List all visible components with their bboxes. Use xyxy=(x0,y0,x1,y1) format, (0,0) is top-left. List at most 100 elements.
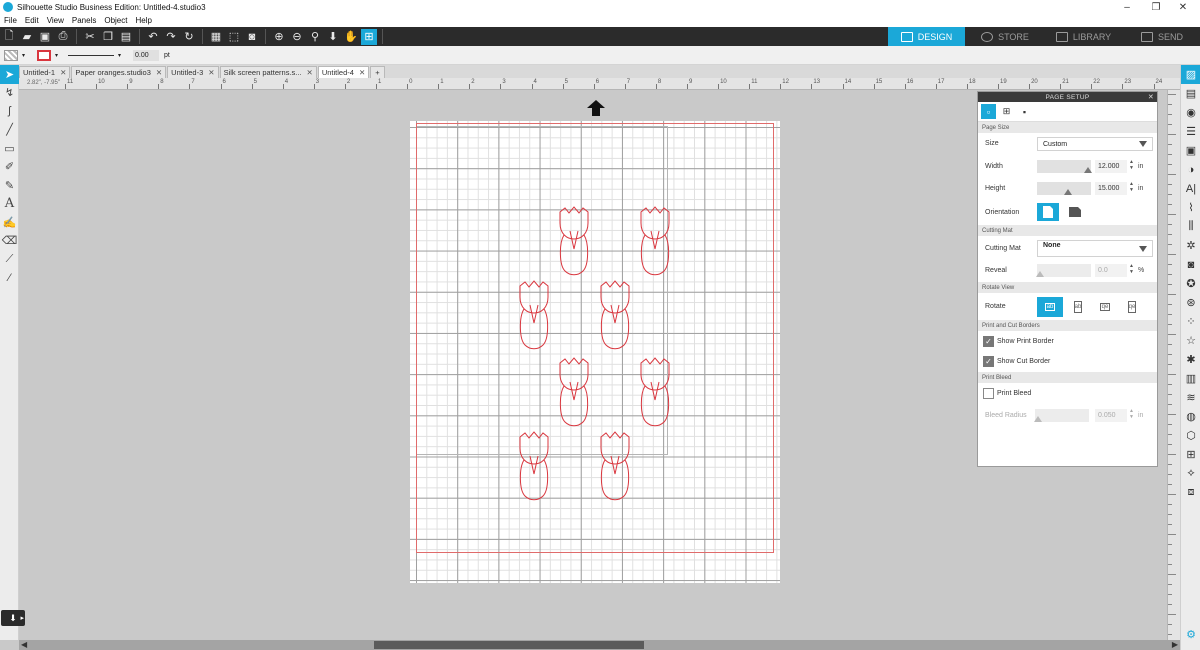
background-tab-icon[interactable]: ▪ xyxy=(1017,104,1032,119)
eraser-tool-icon[interactable]: ⌫ xyxy=(0,232,19,251)
page-setup-icon[interactable]: ▨ xyxy=(1181,65,1200,84)
shadow-icon[interactable]: ◑ xyxy=(1181,160,1200,179)
emboss-icon[interactable]: ◍ xyxy=(1181,407,1200,426)
trace-icon[interactable]: ⊛ xyxy=(1181,293,1200,312)
align-icon[interactable]: ⫼ xyxy=(1181,217,1200,236)
offset-icon[interactable]: ✪ xyxy=(1181,274,1200,293)
menu-view[interactable]: View xyxy=(47,16,64,25)
page-tab-icon[interactable]: ▫ xyxy=(981,104,996,119)
close-tab-icon[interactable]: ✕ xyxy=(156,68,162,77)
line-color-dropdown-icon[interactable]: ▾ xyxy=(55,50,58,61)
star-icon[interactable]: ☆ xyxy=(1181,331,1200,350)
edit-points-icon[interactable]: ↯ xyxy=(0,84,19,103)
bleed-radius-slider[interactable] xyxy=(1034,409,1089,422)
cutting-mat-select[interactable]: None xyxy=(1037,240,1153,257)
height-slider[interactable] xyxy=(1037,182,1091,195)
menu-object[interactable]: Object xyxy=(104,16,127,25)
text-style-icon[interactable]: A| xyxy=(1181,179,1200,198)
width-input[interactable]: 12.000 xyxy=(1095,160,1127,173)
tab-store[interactable]: STORE xyxy=(968,27,1042,46)
send-to-icon[interactable]: ▤ xyxy=(1181,84,1200,103)
menu-edit[interactable]: Edit xyxy=(25,16,39,25)
tulip-shape[interactable] xyxy=(600,431,630,501)
rotate-icon[interactable]: ↻ xyxy=(181,29,197,45)
tulip-shape[interactable] xyxy=(640,357,670,427)
save-icon[interactable]: ▣ xyxy=(37,29,53,45)
select-all-icon[interactable]: ◙ xyxy=(244,29,260,45)
close-tab-icon[interactable]: ✕ xyxy=(208,68,214,77)
doc-tab[interactable]: Untitled-1 ✕ xyxy=(19,66,71,78)
close-tab-icon[interactable]: ✕ xyxy=(359,68,365,77)
menu-file[interactable]: File xyxy=(4,16,17,25)
slider-knob[interactable] xyxy=(1084,167,1092,173)
settings-gear-icon[interactable]: ⚙ xyxy=(1181,625,1200,644)
menu-panels[interactable]: Panels xyxy=(72,16,96,25)
menu-help[interactable]: Help xyxy=(135,16,151,25)
tulip-shape[interactable] xyxy=(559,357,589,427)
add-tab-button[interactable]: + xyxy=(370,66,385,78)
undo-icon[interactable]: ↶ xyxy=(145,29,161,45)
reveal-input[interactable]: 0.0 xyxy=(1095,264,1127,277)
layers-icon[interactable]: ▥ xyxy=(1181,369,1200,388)
slider-knob[interactable] xyxy=(1064,189,1072,195)
print-bleed-checkbox[interactable] xyxy=(983,388,994,399)
reveal-stepper-icon[interactable]: ▲ ▼ xyxy=(1129,263,1135,275)
close-button[interactable]: ✕ xyxy=(1166,0,1200,14)
brush-tool-icon[interactable]: ✍ xyxy=(0,213,19,232)
hatch-icon[interactable]: ≋ xyxy=(1181,388,1200,407)
height-stepper-icon[interactable]: ▲ ▼ xyxy=(1129,181,1135,193)
doc-tab-active[interactable]: Untitled-4 ✕ xyxy=(317,66,370,78)
select-arrow-icon[interactable]: ➤ xyxy=(0,65,19,84)
horizontal-scrollbar[interactable]: ◀ ▶ xyxy=(19,640,1180,650)
sketch-icon[interactable]: ⌇ xyxy=(1181,198,1200,217)
line-style-selector[interactable] xyxy=(68,50,114,56)
rectangle-tool-icon[interactable]: ▭ xyxy=(0,139,19,158)
tulip-shape[interactable] xyxy=(600,280,630,350)
paste-icon[interactable]: ▤ xyxy=(118,29,134,45)
slider-knob[interactable] xyxy=(1034,416,1042,422)
zoom-in-icon[interactable]: ⊕ xyxy=(271,29,287,45)
bezier-icon[interactable]: ʃ xyxy=(0,102,19,121)
size-select[interactable]: Custom xyxy=(1037,137,1153,151)
fit-to-page-icon[interactable]: ⊞ xyxy=(361,28,377,45)
cut-icon[interactable]: ✂ xyxy=(82,29,98,45)
copy-icon[interactable]: ❐ xyxy=(100,29,116,45)
move-down-icon[interactable]: ⬇ xyxy=(325,29,341,45)
text-tool-icon[interactable]: A xyxy=(0,195,19,214)
slider-knob[interactable] xyxy=(1036,271,1044,277)
bleed-radius-input[interactable]: 0.050 xyxy=(1095,409,1127,422)
tab-library[interactable]: LIBRARY xyxy=(1045,27,1122,46)
rotate-90-button[interactable]: ab xyxy=(1068,297,1088,317)
knife-tool-icon[interactable]: ⟋ xyxy=(0,250,19,269)
doc-tab[interactable]: Silk screen patterns.s... ✕ xyxy=(219,66,317,78)
rhinestone-icon[interactable]: ⁘ xyxy=(1181,312,1200,331)
panel-close-icon[interactable]: ✕ xyxy=(1148,93,1154,101)
line-color-swatch[interactable] xyxy=(37,50,51,61)
tab-design[interactable]: DESIGN xyxy=(888,27,965,46)
sparkle-icon[interactable]: ✱ xyxy=(1181,350,1200,369)
fill-color-icon[interactable]: ◉ xyxy=(1181,103,1200,122)
print-icon[interactable]: ⎙ xyxy=(55,29,71,45)
zoom-select-icon[interactable]: ⚲ xyxy=(307,29,323,45)
height-input[interactable]: 15.000 xyxy=(1095,182,1127,195)
pan-hand-icon[interactable]: ✋ xyxy=(343,29,359,45)
zoom-out-icon[interactable]: ⊖ xyxy=(289,29,305,45)
show-print-border-checkbox[interactable]: ✓ xyxy=(983,336,994,347)
tulip-shape[interactable] xyxy=(640,206,670,276)
image-effects-icon[interactable]: ▣ xyxy=(1181,141,1200,160)
line-style-dropdown-icon[interactable]: ▾ xyxy=(118,50,121,61)
redo-icon[interactable]: ↷ xyxy=(163,29,179,45)
doc-tab[interactable]: Untitled-3 ✕ xyxy=(167,66,219,78)
cutting-page[interactable] xyxy=(410,121,780,583)
split-line-icon[interactable]: ⊞ xyxy=(1181,445,1200,464)
bleed-radius-stepper-icon[interactable]: ▲ ▼ xyxy=(1129,408,1135,420)
open-folder-icon[interactable]: ▰ xyxy=(19,29,35,45)
reveal-slider[interactable] xyxy=(1036,264,1091,277)
close-tab-icon[interactable]: ✕ xyxy=(60,68,66,77)
rotate-180-button[interactable]: qe xyxy=(1094,297,1116,317)
ungroup-icon[interactable]: ⬚ xyxy=(226,29,242,45)
group-icon[interactable]: ▦ xyxy=(208,29,224,45)
polygon-tool-icon[interactable]: ✐ xyxy=(0,158,19,177)
show-cut-border-checkbox[interactable]: ✓ xyxy=(983,356,994,367)
portrait-button[interactable] xyxy=(1037,203,1059,221)
